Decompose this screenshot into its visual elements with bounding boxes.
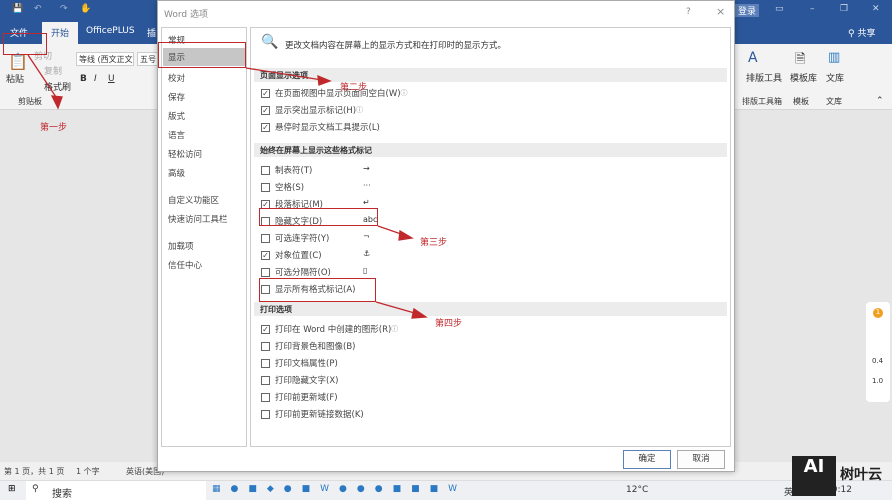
- annotation-arrows: [27, 54, 428, 319]
- step-2-label: 第二步: [340, 83, 368, 93]
- step-4-label: 第四步: [435, 319, 463, 329]
- step-3-label: 第三步: [420, 238, 448, 248]
- step-1-label: 第一步: [40, 123, 68, 133]
